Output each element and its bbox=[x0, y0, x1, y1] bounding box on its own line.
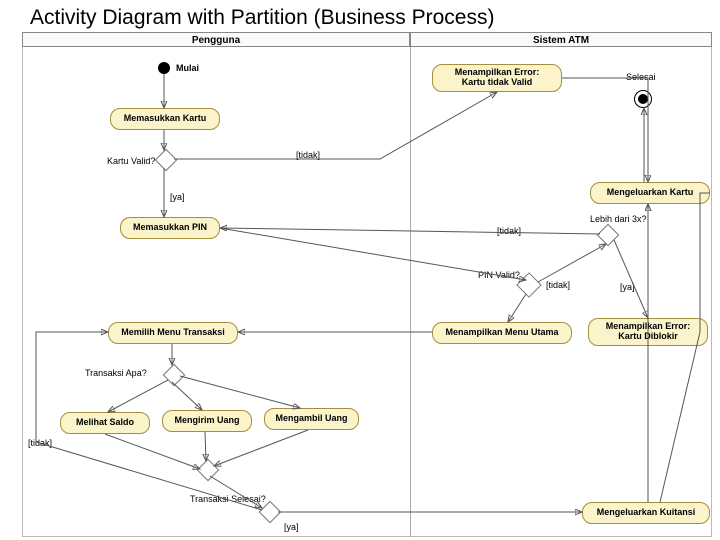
label-trans-type: Transaksi Apa? bbox=[85, 368, 147, 378]
lane-user-header: Pengguna bbox=[22, 32, 410, 47]
label-tx-done: Transaksi Selesai? bbox=[190, 494, 266, 504]
label-mulai: Mulai bbox=[176, 63, 199, 73]
guard-ya1: [ya] bbox=[170, 192, 185, 202]
initial-node bbox=[158, 62, 170, 74]
guard-ya3: [ya] bbox=[620, 282, 635, 292]
act-insert-card: Memasukkan Kartu bbox=[110, 108, 220, 130]
label-selesai: Selesai bbox=[626, 72, 656, 82]
act-receipt: Mengeluarkan Kuitansi bbox=[582, 502, 710, 524]
act-err-card: Menampilkan Error: Kartu tidak Valid bbox=[432, 64, 562, 92]
act-withdraw: Mengambil Uang bbox=[264, 408, 359, 430]
label-pin-valid: PIN Valid? bbox=[478, 270, 520, 280]
final-node bbox=[634, 90, 652, 108]
diagram-canvas: Pengguna Sistem ATM Mulai Memasukkan Kar… bbox=[0, 32, 720, 537]
act-balance: Melihat Saldo bbox=[60, 412, 150, 434]
act-send: Mengirim Uang bbox=[162, 410, 252, 432]
act-main-menu: Menampilkan Menu Utama bbox=[432, 322, 572, 344]
guard-tidak3: [tidak] bbox=[546, 280, 570, 290]
act-err-blocked: Menampilkan Error: Kartu Diblokir bbox=[588, 318, 708, 346]
page-title: Activity Diagram with Partition (Busines… bbox=[0, 0, 720, 32]
act-choose-menu: Memilih Menu Transaksi bbox=[108, 322, 238, 344]
act-eject-card: Mengeluarkan Kartu bbox=[590, 182, 710, 204]
lane-atm-header: Sistem ATM bbox=[410, 32, 712, 47]
act-enter-pin: Memasukkan PIN bbox=[120, 217, 220, 239]
guard-tidak1: [tidak] bbox=[296, 150, 320, 160]
guard-tidak2: [tidak] bbox=[497, 226, 521, 236]
guard-tidak4: [tidak] bbox=[28, 438, 52, 448]
guard-ya4: [ya] bbox=[284, 522, 299, 532]
label-more-3x: Lebih dari 3x? bbox=[590, 214, 647, 224]
label-card-valid: Kartu Valid? bbox=[107, 156, 155, 166]
